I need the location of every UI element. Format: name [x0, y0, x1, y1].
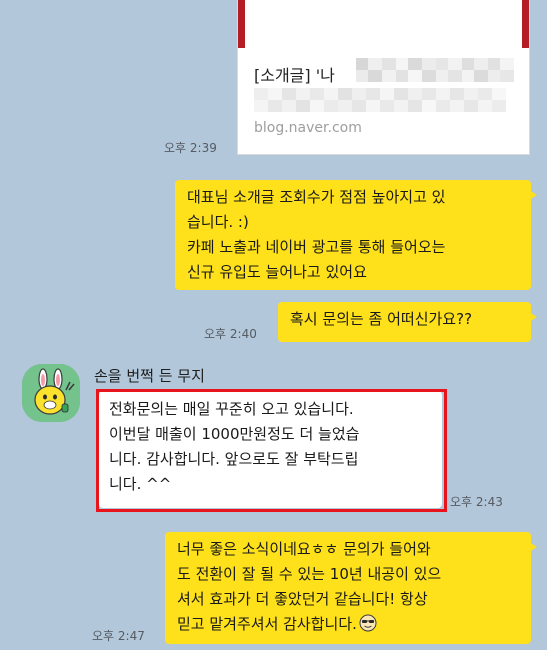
- message-line-wrapper: 믿고 맡겨주셔서 감사합니다.: [177, 612, 519, 637]
- message-line: 혹시 문의는 좀 어떠신가요??: [290, 310, 473, 328]
- my-message-bubble[interactable]: 혹시 문의는 좀 어떠신가요??: [278, 302, 537, 342]
- message-time: 오후 2:47: [92, 629, 145, 643]
- message-line: 도 전환이 잘 될 수 있는 10년 내공이 있으: [177, 565, 442, 583]
- link-preview-card[interactable]: [소개글] '나 blog.naver.com: [237, 0, 530, 155]
- link-preview-thumbnail: [238, 0, 529, 48]
- bubble-tail: [529, 312, 537, 322]
- sender-avatar[interactable]: [22, 364, 80, 422]
- message-line: 신규 유입도 늘어나고 있어요: [187, 263, 367, 281]
- smiling-face-with-sunglasses-icon: [359, 614, 377, 632]
- bubble-tail: [529, 542, 537, 552]
- message-line: 셔서 효과가 더 좋았던거 같습니다! 항상: [177, 590, 428, 608]
- my-message-bubble[interactable]: 너무 좋은 소식이네요ㅎㅎ 문의가 들어와 도 전환이 잘 될 수 있는 10년…: [165, 532, 537, 644]
- message-line: 너무 좋은 소식이네요ㅎㅎ 문의가 들어와: [177, 540, 431, 558]
- message-line: 대표님 소개글 조회수가 점점 높아지고 있: [187, 188, 446, 206]
- sender-name: 손을 번쩍 든 무지: [94, 367, 205, 385]
- message-line: 습니다. :): [187, 213, 249, 231]
- message-time: 오후 2:43: [450, 495, 503, 509]
- bubble-tail: [529, 190, 537, 200]
- message-time: 오후 2:39: [164, 141, 217, 155]
- message-line: 카페 노출과 네이버 광고를 통해 들어오는: [187, 238, 446, 256]
- message-line: 믿고 맡겨주셔서 감사합니다.: [177, 615, 357, 633]
- link-preview-domain: blog.naver.com: [254, 120, 362, 136]
- message-time: 오후 2:40: [204, 327, 257, 341]
- link-preview-title: [소개글] '나: [254, 66, 335, 85]
- highlight-box: [96, 389, 447, 512]
- my-message-bubble[interactable]: 대표님 소개글 조회수가 점점 높아지고 있 습니다. :) 카페 노출과 네이…: [175, 180, 537, 290]
- muzi-avatar-icon: [22, 364, 80, 422]
